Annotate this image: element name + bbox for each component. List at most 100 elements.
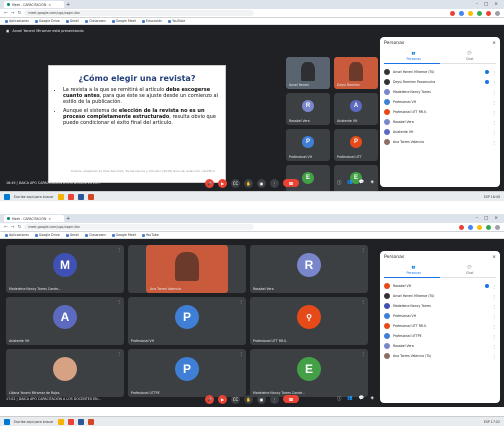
activities-icon[interactable]: ◈ bbox=[371, 180, 374, 186]
info-icon[interactable]: ⓘ bbox=[337, 180, 342, 186]
more-icon[interactable]: ⋮ bbox=[492, 70, 496, 75]
bookmark-item[interactable]: Aplicaciones bbox=[5, 19, 29, 23]
participant-row[interactable]: Ansel Yoneni Miramar (Tú) ⋮ bbox=[384, 291, 496, 301]
more-icon[interactable]: ⋮ bbox=[492, 334, 496, 339]
more-icon[interactable]: ⋮ bbox=[492, 324, 496, 329]
bookmark-item[interactable]: Aplicaciones bbox=[5, 233, 29, 237]
participant-row[interactable]: Ana Torres Valencia ⋮ bbox=[384, 137, 496, 147]
start-icon[interactable] bbox=[4, 193, 10, 200]
participant-tile[interactable]: E Madeleine Nancy Torres Cande... ⋮ bbox=[250, 349, 368, 397]
powerpoint-icon[interactable] bbox=[87, 193, 94, 200]
profile-avatar-icon[interactable] bbox=[495, 224, 500, 230]
present-icon[interactable]: ▣ bbox=[257, 178, 266, 188]
close-window-icon[interactable]: × bbox=[494, 216, 498, 221]
reload-icon[interactable]: ↻ bbox=[18, 225, 22, 230]
file-explorer-icon[interactable] bbox=[57, 418, 64, 425]
people-icon[interactable]: 👥 bbox=[347, 180, 353, 186]
participant-tile[interactable]: P Profesional UTTPE ⋮ bbox=[128, 349, 246, 397]
more-icon[interactable]: ⋮ bbox=[492, 294, 496, 299]
bookmark-item[interactable]: Google Meet bbox=[111, 233, 136, 237]
more-icon[interactable]: ⋮ bbox=[361, 299, 365, 304]
camera-icon[interactable]: ▶ bbox=[218, 394, 227, 404]
extension-icon[interactable] bbox=[468, 224, 473, 230]
more-icon[interactable]: ⋮ bbox=[361, 247, 365, 252]
raise-hand-icon[interactable]: ✋ bbox=[244, 394, 253, 404]
participant-row[interactable]: Profesional VH ⋮ bbox=[384, 97, 496, 107]
more-icon[interactable]: ⋮ bbox=[117, 299, 121, 304]
participant-tile[interactable]: Ansel Yoneni bbox=[286, 57, 330, 89]
bookmark-item[interactable]: Classroom bbox=[85, 233, 106, 237]
info-icon[interactable]: ⓘ bbox=[337, 396, 342, 402]
bookmark-item[interactable]: Classroom bbox=[85, 19, 106, 23]
more-icon[interactable]: ⋮ bbox=[361, 351, 365, 356]
participant-tile[interactable]: A Asistente VH ⋮ bbox=[6, 297, 124, 345]
new-tab-icon[interactable]: + bbox=[66, 2, 70, 8]
participant-tile[interactable]: P Profesional VH ⋮ bbox=[128, 297, 246, 345]
participant-tile[interactable]: M Madeleine Nancy Torres Cande... ⋮ bbox=[6, 245, 124, 293]
close-panel-icon[interactable]: × bbox=[492, 41, 496, 46]
bookmark-item[interactable]: Google Drive bbox=[34, 233, 60, 237]
end-call-icon[interactable]: ☎ bbox=[283, 395, 299, 403]
forward-icon[interactable]: → bbox=[11, 225, 15, 230]
participant-row[interactable]: Profesional UTT RR.II. ⋮ bbox=[384, 321, 496, 331]
participant-tile[interactable]: R Rosabel Vera bbox=[286, 93, 330, 125]
more-icon[interactable]: ⋮ bbox=[492, 100, 496, 105]
participant-row[interactable]: Profesional UTTPE ⋮ bbox=[384, 331, 496, 341]
extension-icon[interactable] bbox=[486, 224, 491, 230]
bookmark-item[interactable]: Gmail bbox=[65, 233, 79, 237]
browser-tab[interactable]: Meet - CAPACITACIÓN × bbox=[4, 215, 64, 222]
end-call-icon[interactable]: ☎ bbox=[283, 179, 299, 187]
tab-chat[interactable]: 💬 Chat bbox=[466, 265, 473, 275]
mic-icon[interactable]: 🎤 bbox=[205, 394, 214, 404]
captions-icon[interactable]: CC bbox=[231, 394, 240, 404]
extension-icon[interactable] bbox=[459, 224, 464, 230]
participant-row[interactable]: Profesional VH ⋮ bbox=[384, 311, 496, 321]
extension-icon[interactable] bbox=[450, 10, 455, 16]
more-icon[interactable]: ⋮ bbox=[492, 120, 496, 125]
tab-people[interactable]: 👥 Personas bbox=[407, 265, 421, 275]
extension-icon[interactable] bbox=[477, 224, 482, 230]
minimize-icon[interactable]: – bbox=[476, 2, 478, 7]
more-icon[interactable]: ⋮ bbox=[492, 130, 496, 135]
forward-icon[interactable]: → bbox=[11, 11, 15, 16]
participant-tile[interactable]: P Profesional VH bbox=[286, 129, 330, 161]
tab-chat[interactable]: 💬 Chat bbox=[466, 51, 473, 61]
back-icon[interactable]: ← bbox=[4, 225, 8, 230]
chrome-icon[interactable] bbox=[67, 418, 74, 425]
more-icon[interactable]: ⋮ bbox=[239, 351, 243, 356]
more-icon[interactable]: ⋮ bbox=[492, 314, 496, 319]
new-tab-icon[interactable]: + bbox=[66, 216, 70, 222]
more-icon[interactable]: ⋮ bbox=[492, 344, 496, 349]
bookmark-item[interactable]: YouTube bbox=[141, 233, 159, 237]
bookmark-item[interactable]: Google Meet bbox=[111, 19, 136, 23]
reload-icon[interactable]: ↻ bbox=[18, 11, 22, 16]
chat-icon[interactable]: 💬 bbox=[359, 180, 365, 186]
start-icon[interactable] bbox=[4, 418, 10, 425]
mic-icon[interactable]: 🎤 bbox=[205, 178, 214, 188]
participant-row[interactable]: Madeleine Nancy Torres ⋮ bbox=[384, 87, 496, 97]
url-input[interactable]: meet.google.com/ugq-bsgm-kbc bbox=[24, 10, 255, 16]
chat-icon[interactable]: 💬 bbox=[359, 396, 365, 402]
more-icon[interactable]: ⋮ bbox=[492, 90, 496, 95]
participant-tile[interactable]: A Asistente VH bbox=[334, 93, 378, 125]
participant-row[interactable]: Ansel Yoneni Miramar (Tú) ⋮ bbox=[384, 67, 496, 77]
more-icon[interactable]: ⋮ bbox=[270, 178, 279, 188]
taskbar-search[interactable]: Escribe aquí para buscar bbox=[14, 420, 54, 424]
participant-row[interactable]: Asistente VH ⋮ bbox=[384, 127, 496, 137]
participant-tile[interactable]: ⚲ Profesional UTT RR.II. ⋮ bbox=[250, 297, 368, 345]
extension-icon[interactable] bbox=[468, 10, 473, 16]
participant-tile[interactable]: P Profesional UTT bbox=[334, 129, 378, 161]
maximize-icon[interactable]: □ bbox=[484, 2, 488, 7]
more-icon[interactable]: ⋮ bbox=[492, 284, 496, 289]
extension-icon[interactable] bbox=[477, 10, 482, 16]
participant-row[interactable]: Rosabel Vera ⋮ bbox=[384, 117, 496, 127]
more-icon[interactable]: ⋮ bbox=[492, 354, 496, 359]
bookmark-item[interactable]: Educación bbox=[141, 19, 162, 23]
more-icon[interactable]: ⋮ bbox=[117, 247, 121, 252]
more-icon[interactable]: ⋮ bbox=[492, 304, 496, 309]
participant-row[interactable]: Ana Torres Valencia (Tú) ⋮ bbox=[384, 351, 496, 361]
participant-tile[interactable]: Ana Torres Valencia bbox=[128, 245, 246, 293]
participant-row[interactable]: Profesional UTT RR.II. ⋮ bbox=[384, 107, 496, 117]
more-icon[interactable]: ⋮ bbox=[270, 394, 279, 404]
close-tab-icon[interactable]: × bbox=[48, 3, 51, 7]
